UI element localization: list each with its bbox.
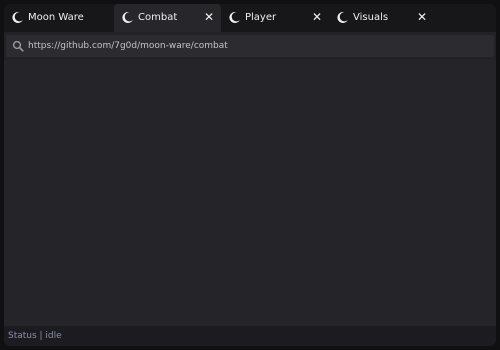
- status-bar: Status | idle: [4, 326, 496, 346]
- crescent-moon-icon: [122, 11, 133, 23]
- content-area: [4, 60, 496, 326]
- tab-label: Player: [245, 12, 277, 23]
- status-text: Status | idle: [8, 331, 62, 341]
- tab-visuals[interactable]: Visuals ✕: [329, 4, 436, 32]
- tab-bar: Moon Ware Combat ✕ Player ✕ Visuals ✕: [4, 4, 496, 32]
- crescent-moon-icon: [337, 11, 348, 23]
- app-window: Moon Ware Combat ✕ Player ✕ Visuals ✕ ht…: [4, 4, 496, 346]
- search-icon: [12, 40, 24, 52]
- tab-moon-ware[interactable]: Moon Ware: [4, 4, 112, 32]
- crescent-moon-icon: [229, 11, 240, 23]
- close-icon[interactable]: ✕: [202, 10, 216, 24]
- tab-label: Visuals: [353, 12, 389, 23]
- close-icon[interactable]: ✕: [310, 10, 324, 24]
- tab-label: Moon Ware: [28, 12, 84, 23]
- tab-label: Combat: [138, 12, 178, 23]
- tab-player[interactable]: Player ✕: [221, 4, 329, 32]
- close-icon[interactable]: ✕: [415, 10, 429, 24]
- tab-combat[interactable]: Combat ✕: [114, 4, 221, 32]
- crescent-moon-icon: [12, 11, 23, 23]
- address-input[interactable]: [28, 37, 488, 55]
- address-bar: [6, 35, 494, 57]
